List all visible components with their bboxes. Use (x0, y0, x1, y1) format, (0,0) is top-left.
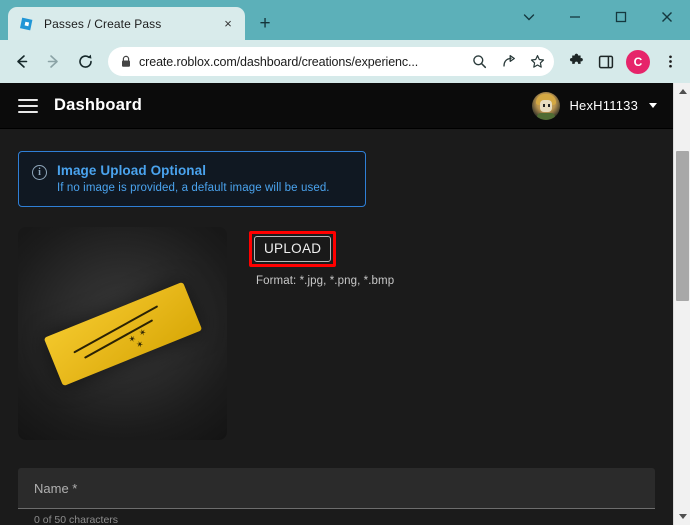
browser-window: Passes / Create Pass × + create.roblox.c… (0, 0, 690, 525)
scroll-up-arrow-icon[interactable] (674, 83, 690, 100)
scroll-down-arrow-icon[interactable] (674, 508, 690, 525)
share-icon[interactable] (497, 51, 519, 73)
user-menu[interactable]: HexH11133 (532, 91, 657, 120)
back-button[interactable] (6, 47, 36, 77)
forward-button[interactable] (38, 47, 68, 77)
site-header: Dashboard HexH11133 (0, 83, 673, 129)
chevron-down-icon[interactable] (649, 103, 657, 108)
address-bar[interactable]: create.roblox.com/dashboard/creations/ex… (108, 47, 554, 76)
side-panel-icon[interactable] (592, 48, 620, 76)
lock-icon (120, 55, 132, 68)
url-text: create.roblox.com/dashboard/creations/ex… (139, 54, 419, 69)
hamburger-menu-icon[interactable] (18, 98, 38, 113)
upload-controls: UPLOAD Format: *.jpg, *.png, *.bmp (249, 227, 394, 287)
page-content: i Image Upload Optional If no image is p… (0, 129, 673, 525)
minimize-icon[interactable] (552, 0, 598, 34)
browser-menu-icon[interactable] (656, 48, 684, 76)
image-upload-notice: i Image Upload Optional If no image is p… (18, 151, 366, 207)
browser-toolbar: create.roblox.com/dashboard/creations/ex… (0, 40, 690, 83)
browser-tab-passes-create-pass[interactable]: Passes / Create Pass × (8, 7, 245, 40)
tab-strip: Passes / Create Pass × + (0, 0, 690, 40)
name-input[interactable]: Name * (18, 468, 655, 509)
name-character-counter: 0 of 50 characters (34, 514, 119, 525)
gold-ticket-graphic: ✶ ✶ ✶ (43, 281, 202, 386)
web-page: Dashboard HexH11133 i Image Upload Optio… (0, 83, 673, 525)
maximize-icon[interactable] (598, 0, 644, 34)
format-hint: Format: *.jpg, *.png, *.bmp (256, 275, 395, 287)
avatar (532, 91, 561, 120)
default-pass-image[interactable]: ✶ ✶ ✶ (18, 227, 227, 440)
close-icon[interactable]: × (219, 15, 237, 33)
upload-section: ✶ ✶ ✶ UPLOAD Format: *.jpg, *.png, *.bmp (18, 227, 655, 440)
bookmark-star-icon[interactable] (526, 51, 548, 73)
page-title: Dashboard (54, 96, 142, 114)
window-controls (506, 0, 690, 34)
tab-title: Passes / Create Pass (44, 16, 162, 31)
roblox-favicon (19, 16, 35, 32)
notice-subtitle: If no image is provided, a default image… (57, 182, 330, 194)
upload-button-highlight-wrapper: UPLOAD (249, 231, 337, 267)
reload-button[interactable] (70, 47, 100, 77)
page-scrollbar[interactable] (673, 83, 690, 525)
close-window-icon[interactable] (644, 0, 690, 34)
extensions-icon[interactable] (562, 48, 590, 76)
star-icon: ✶ (136, 325, 148, 339)
upload-button[interactable]: UPLOAD (254, 236, 332, 262)
tab-search-icon[interactable] (506, 0, 552, 34)
search-icon[interactable] (468, 51, 490, 73)
scrollbar-thumb[interactable] (676, 151, 689, 301)
name-field-block: Name * 0 of 50 characters (18, 468, 655, 525)
profile-avatar[interactable]: C (626, 49, 650, 74)
new-tab-button[interactable]: + (251, 9, 279, 37)
notice-title: Image Upload Optional (57, 163, 207, 178)
username-label: HexH11133 (569, 98, 638, 113)
star-icon: ✶ (134, 337, 145, 350)
name-input-label: Name * (34, 480, 78, 496)
page-viewport: Dashboard HexH11133 i Image Upload Optio… (0, 83, 690, 525)
info-icon: i (32, 165, 47, 180)
